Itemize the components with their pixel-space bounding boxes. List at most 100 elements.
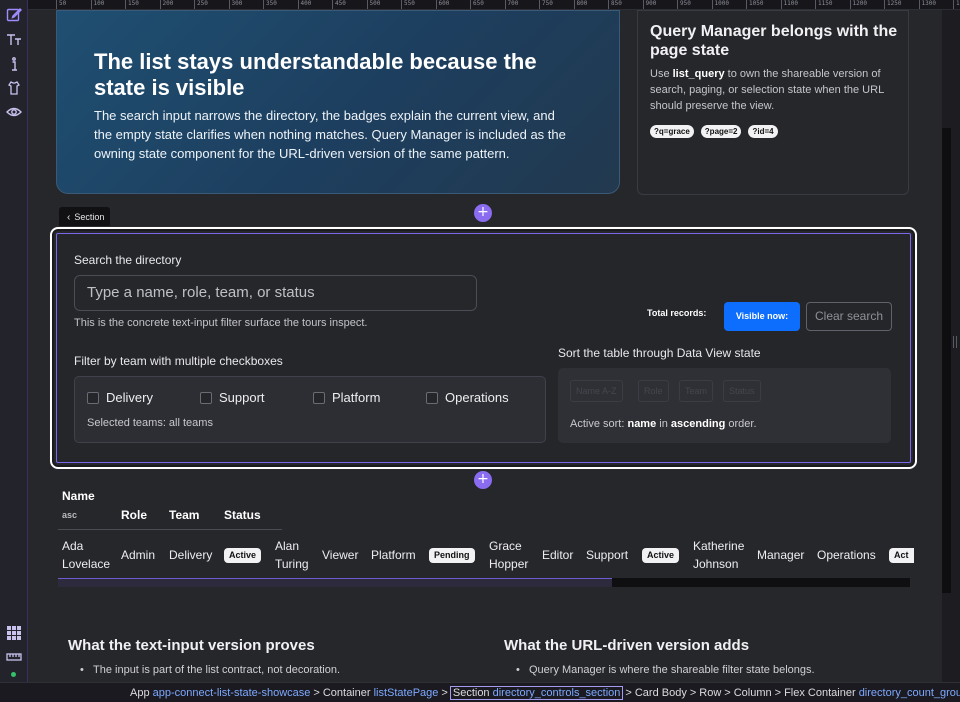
crumb-app-id[interactable]: app-connect-list-state-showcase [153,687,311,699]
ruler-tick: 600 [435,0,449,9]
grid-icon[interactable] [5,624,23,642]
cell-role: Editor [542,548,574,562]
total-records-label: Total records: [647,308,707,318]
checkbox-platform[interactable]: Platform [313,390,380,405]
status-badge: Active [642,548,680,563]
ruler-tick: 800 [573,0,587,9]
checkbox-operations[interactable]: Operations [426,390,509,405]
url-driven-adds-title: What the URL-driven version adds [504,637,750,654]
ruler-tick: 1000 [711,0,729,9]
search-input[interactable]: Type a name, role, team, or status [74,275,477,311]
query-chip: ?id=4 [748,125,778,138]
list-item: The input is part of the list contract, … [80,664,340,676]
ruler-tick: 250 [194,0,208,9]
query-manager-body: Use list_query to own the shareable vers… [650,68,884,112]
add-above-button[interactable]: + [474,204,492,222]
ruler-tick: 950 [677,0,691,9]
crumb-row[interactable]: Row [699,687,721,699]
search-label: Search the directory [74,253,182,267]
sort-label: Sort the table through Data View state [558,346,761,360]
ruler-tick: 900 [642,0,656,9]
crumb-flex-container[interactable]: Flex Container [784,687,856,699]
cell-name: Alan Turing [275,539,309,571]
tool-rail [0,0,28,702]
query-manager-title: Query Manager belongs with the page stat… [650,23,898,59]
text-icon[interactable] [5,30,23,48]
query-manager-card: Query Manager belongs with the page stat… [637,10,909,195]
visible-now-button[interactable]: Visible now: [724,302,800,331]
sort-name-button[interactable]: Name A-Z [570,380,623,402]
preview-icon[interactable] [5,103,23,121]
ruler-tick: 750 [539,0,553,9]
ruler-tick: 50 [56,0,66,9]
cell-team: Delivery [169,548,213,562]
resize-handle[interactable] [953,336,957,348]
hero-card: The list stays understandable because th… [56,10,620,194]
cell-role: Viewer [322,548,359,562]
sort-status-button[interactable]: Status [723,380,761,402]
team-filter-group [74,376,546,443]
column-header-status[interactable]: Status [224,508,261,522]
status-badge: Pending [429,548,475,563]
chevron-left-icon: ‹ [67,212,71,223]
sort-direction-label: asc [62,510,78,520]
query-chip: ?q=grace [650,125,694,138]
ruler-tick: 700 [504,0,518,9]
column-header-role[interactable]: Role [121,508,147,522]
section-selector-tab[interactable]: ‹ Section [59,207,111,227]
crumb-app[interactable]: App [130,687,150,699]
header-divider [58,529,282,530]
active-sort-text: Active sort: name in ascending order. [570,418,757,430]
ruler-tick: 850 [608,0,622,9]
crumb-card-body[interactable]: Card Body [635,687,687,699]
sort-role-button[interactable]: Role [638,380,669,402]
status-badge: Active [224,548,262,563]
column-header-team[interactable]: Team [169,508,199,522]
style-icon[interactable] [5,79,23,97]
ruler-tick: 650 [470,0,484,9]
cell-name: Ada Lovelace [62,539,111,571]
table-scrollbar-track[interactable] [58,578,612,587]
cell-role: Admin [121,548,156,562]
crumb-flex-id[interactable]: directory_count_group [859,687,960,699]
team-filter-label: Filter by team with multiple checkboxes [74,354,283,368]
cell-name: Grace Hopper [489,539,529,571]
query-manager-code: list_query [672,68,725,80]
top-ruler: 50 100 150 200 250 300 350 400 450 500 550 600 650 70… [28,0,960,10]
crumb-container-id[interactable]: listStatePage [374,687,439,699]
checkbox-delivery[interactable]: Delivery [87,390,153,405]
ruler-tick: 550 [401,0,415,9]
ruler-icon[interactable] [5,648,23,666]
info-icon[interactable] [5,55,23,73]
cell-team: Support [586,548,629,562]
selected-teams-text: Selected teams: all teams [87,417,213,429]
status-badge: Act [889,548,914,563]
hero-title: The list stays understandable because th… [94,49,537,100]
edit-icon[interactable] [5,6,23,24]
crumb-container[interactable]: Container [323,687,371,699]
crumb-section[interactable]: Section directory_controls_section [449,686,624,700]
ruler-tick: 1050 [746,0,763,9]
cell-name: Katherine Johnson [693,539,745,571]
ruler-tick: 1300 [918,0,936,9]
ruler-tick: 350 [263,0,277,9]
page-scrollbar-thumb[interactable] [942,128,951,593]
checkbox-support[interactable]: Support [200,390,265,405]
text-input-proves-title: What the text-input version proves [68,637,315,654]
status-dot [11,672,16,677]
ruler-tick: 100 [90,0,104,9]
ruler-tick: 450 [332,0,346,9]
crumb-column[interactable]: Column [734,687,772,699]
hero-body: The search input narrows the directory, … [94,108,566,161]
breadcrumb: App app-connect-list-state-showcase > Cont… [0,682,960,702]
ruler-tick: 400 [297,0,311,9]
sort-team-button[interactable]: Team [679,380,714,402]
column-header-name[interactable]: Name [62,489,95,503]
ruler-tick: 1250 [884,0,901,9]
clear-search-button[interactable]: Clear search [806,302,892,331]
add-below-button[interactable]: + [474,471,492,489]
cell-role: Manager [757,548,805,562]
ruler-tick: 300 [228,0,242,9]
ruler-tick: 1150 [815,0,832,9]
table-scrollbar-thumb[interactable] [612,578,910,587]
